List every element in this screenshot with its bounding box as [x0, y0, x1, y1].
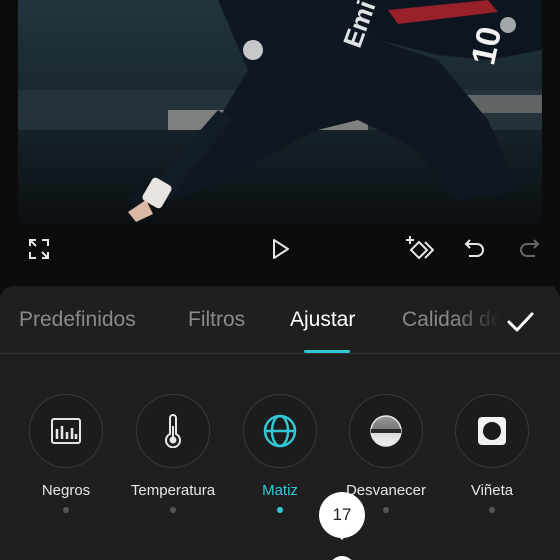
- tool-indicator-dot: [489, 507, 495, 513]
- video-preview[interactable]: Emi 10: [18, 0, 542, 224]
- redo-icon[interactable]: [514, 234, 544, 264]
- play-icon[interactable]: [265, 234, 295, 264]
- tool-vineta[interactable]: Viñeta: [437, 394, 547, 524]
- tint-icon: [243, 394, 317, 468]
- tool-temperatura[interactable]: Temperatura: [118, 394, 228, 524]
- playback-toolbar: [0, 224, 560, 274]
- checkmark-icon[interactable]: [502, 304, 538, 340]
- tool-negros[interactable]: Negros: [11, 394, 121, 524]
- expand-icon[interactable]: [24, 234, 54, 264]
- tab-bar: Predefinidos Filtros Ajustar Calidad de: [0, 286, 560, 354]
- edit-panel: Predefinidos Filtros Ajustar Calidad de …: [0, 286, 560, 560]
- tool-label: Viñeta: [470, 482, 514, 499]
- active-tab-indicator: [304, 350, 350, 353]
- tool-indicator-dot: [383, 507, 389, 513]
- blacks-icon: [29, 394, 103, 468]
- adjust-tools-row: Negros Temperatura Matiz Desvanecer Viñe…: [0, 394, 560, 524]
- undo-icon[interactable]: [460, 234, 490, 264]
- tool-indicator-dot: [63, 507, 69, 513]
- tab-ajustar[interactable]: Ajustar: [290, 308, 355, 332]
- add-keyframe-icon[interactable]: [404, 234, 434, 264]
- tool-indicator-dot: [170, 507, 176, 513]
- tab-predefinidos[interactable]: Predefinidos: [19, 308, 136, 332]
- slider-value-bubble: 17: [319, 492, 365, 540]
- thermometer-icon: [136, 394, 210, 468]
- fade-icon: [349, 394, 423, 468]
- tab-filtros[interactable]: Filtros: [188, 308, 245, 332]
- tool-indicator-dot: [277, 507, 283, 513]
- vignette-icon: [455, 394, 529, 468]
- tool-matiz[interactable]: Matiz: [225, 394, 335, 524]
- preview-frame-image: Emi 10: [18, 0, 542, 224]
